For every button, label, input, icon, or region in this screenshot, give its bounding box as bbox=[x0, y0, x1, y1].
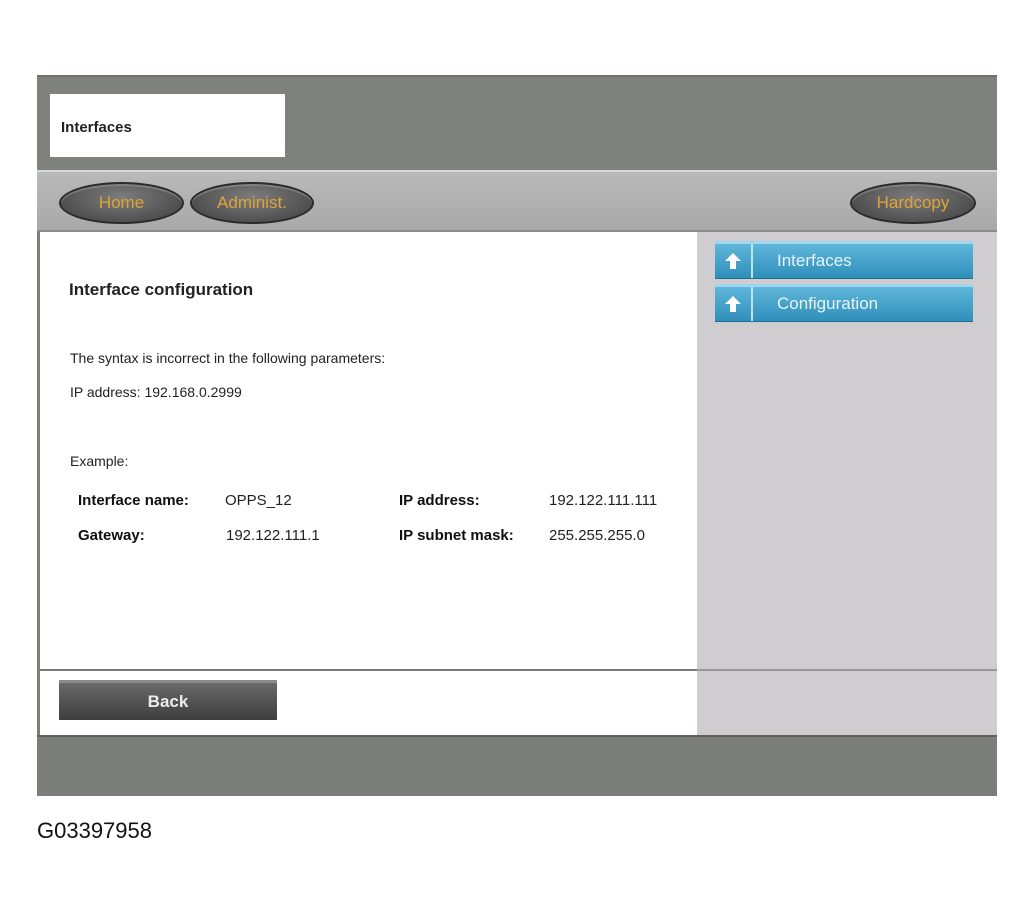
app-window: Interfaces Home Administ. Hardcopy Inter… bbox=[37, 75, 997, 796]
subnet-mask-label: IP subnet mask: bbox=[399, 527, 514, 544]
error-parameter: IP address: 192.168.0.2999 bbox=[70, 384, 242, 400]
section-title: Interface configuration bbox=[69, 280, 254, 299]
administration-button[interactable]: Administ. bbox=[190, 182, 314, 224]
arrow-up-icon bbox=[715, 244, 753, 278]
side-divider bbox=[697, 669, 997, 671]
gateway-value: 192.122.111.1 bbox=[226, 527, 320, 544]
interface-name-value: OPPS_12 bbox=[225, 492, 292, 509]
home-button[interactable]: Home bbox=[59, 182, 184, 224]
side-panel: Interfaces Configuration bbox=[697, 232, 997, 735]
side-item-configuration[interactable]: Configuration bbox=[715, 284, 973, 322]
image-code: G03397958 bbox=[37, 818, 152, 843]
content-divider bbox=[40, 669, 697, 671]
footer-bar bbox=[37, 735, 997, 796]
hardcopy-button[interactable]: Hardcopy bbox=[850, 182, 976, 224]
side-item-label: Configuration bbox=[777, 294, 879, 313]
ip-address-label: IP address: bbox=[399, 492, 480, 509]
arrow-up-icon bbox=[715, 287, 753, 321]
nav-bar: Home Administ. Hardcopy bbox=[37, 170, 997, 232]
gateway-label: Gateway: bbox=[78, 527, 145, 544]
example-label: Example: bbox=[70, 453, 129, 469]
title-bar: Interfaces bbox=[37, 75, 997, 170]
interface-name-label: Interface name: bbox=[78, 492, 189, 509]
side-item-label: Interfaces bbox=[777, 251, 852, 270]
subnet-mask-value: 255.255.255.0 bbox=[549, 527, 645, 544]
main-content: Interface configuration The syntax is in… bbox=[40, 232, 697, 735]
error-message: The syntax is incorrect in the following… bbox=[70, 350, 386, 366]
ip-address-value: 192.122.111.111 bbox=[549, 492, 658, 509]
page-title: Interfaces bbox=[50, 94, 285, 157]
side-item-interfaces[interactable]: Interfaces bbox=[715, 241, 973, 279]
back-button[interactable]: Back bbox=[59, 680, 277, 720]
